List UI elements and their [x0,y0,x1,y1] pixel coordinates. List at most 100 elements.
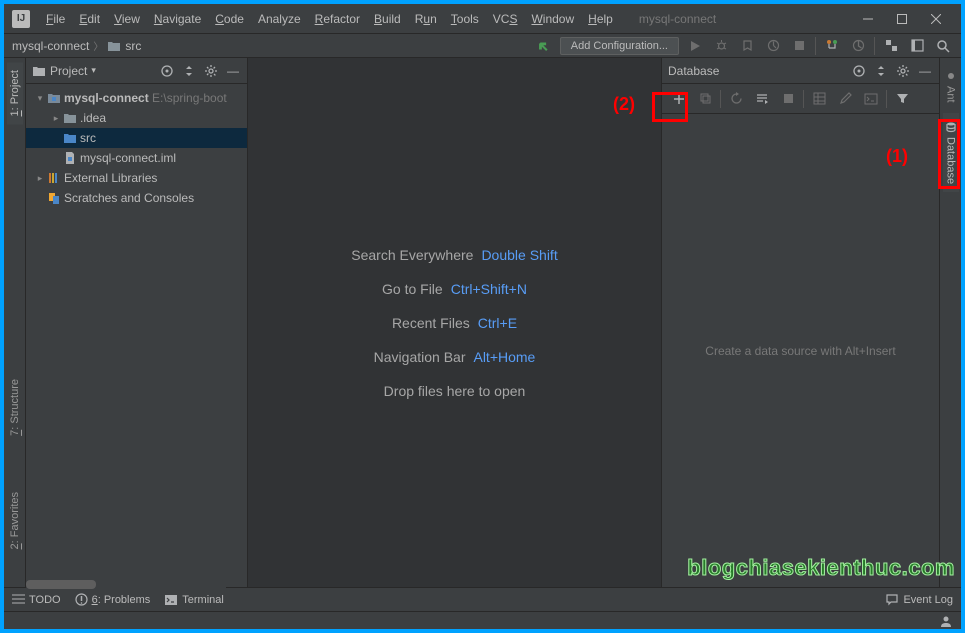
bottom-info-strip [4,611,961,629]
breadcrumb-src[interactable]: src [125,39,141,53]
hint-recent-files: Recent Files Ctrl+E [392,315,517,331]
chat-icon [885,593,899,606]
tab-structure[interactable]: 7: Structure [7,371,23,444]
status-terminal[interactable]: Terminal [164,594,224,606]
menu-navigate[interactable]: Navigate [148,8,207,30]
database-panel: Database — [661,58,939,587]
status-problems[interactable]: 6: Problems [75,593,151,606]
hint-drop-files: Drop files here to open [384,383,526,399]
hide-panel-icon[interactable]: — [225,63,241,79]
window-controls [851,4,953,34]
menu-refactor[interactable]: Refactor [309,8,366,30]
hide-panel-icon[interactable]: — [917,63,933,79]
duplicate-icon[interactable] [694,88,716,110]
project-tree[interactable]: ▾ mysql-connect E:\spring-boot ▸ .idea [26,84,247,587]
statusbar: TODO 6: Problems Terminal Event Log [4,587,961,611]
navbar: mysql-connect 〉 src Add Configuration... [4,34,961,58]
expand-arrow-icon[interactable]: ▾ [34,93,46,104]
settings-icon[interactable] [203,63,219,79]
run-icon[interactable] [685,36,705,56]
profile-icon[interactable] [763,36,783,56]
hint-goto-file: Go to File Ctrl+Shift+N [382,281,527,297]
select-opened-file-icon[interactable] [159,63,175,79]
menu-window[interactable]: Window [525,8,580,30]
menu-help[interactable]: Help [582,8,619,30]
tree-node-src[interactable]: src [26,128,247,148]
main-menu: File Edit View Navigate Code Analyze Ref… [40,8,619,30]
database-panel-header: Database — [662,58,939,84]
scrollbar-thumb[interactable] [26,580,96,589]
separator [886,90,887,108]
expand-all-icon[interactable] [181,63,197,79]
left-tool-strip: 1: Project 7: Structure 2: Favorites [4,58,26,587]
table-icon[interactable] [808,88,830,110]
tree-node-scratches[interactable]: Scratches and Consoles [26,188,247,208]
coverage-icon[interactable] [737,36,757,56]
admin-icon[interactable] [939,614,953,628]
dropdown-arrow-icon: ▾ [91,65,96,76]
minimize-button[interactable] [851,4,885,34]
terminal-icon [164,594,178,606]
menu-run[interactable]: Run [409,8,443,30]
chevron-right-icon: 〉 [93,38,103,53]
database-icon [945,121,957,133]
tab-favorites[interactable]: 2: Favorites [7,484,23,557]
titlebar: IJ File Edit View Navigate Code Analyze … [4,4,961,34]
menu-file[interactable]: File [40,8,71,30]
settings-icon[interactable] [895,63,911,79]
status-todo[interactable]: TODO [12,594,61,606]
tab-project[interactable]: 1: Project [7,62,23,124]
menu-code[interactable]: Code [209,8,250,30]
hammer-icon[interactable] [534,36,554,56]
menu-build[interactable]: Build [368,8,407,30]
tree-node-iml[interactable]: mysql-connect.iml [26,148,247,168]
expand-arrow-icon[interactable]: ▸ [34,173,46,184]
tree-node-idea[interactable]: ▸ .idea [26,108,247,128]
debug-icon[interactable] [711,36,731,56]
editor-area[interactable]: Search Everywhere Double Shift Go to Fil… [248,58,661,587]
update-icon[interactable] [848,36,868,56]
close-button[interactable] [919,4,953,34]
tree-node-external-libraries[interactable]: ▸ External Libraries [26,168,247,188]
stop-icon[interactable] [777,88,799,110]
database-toolbar [662,84,939,114]
search-icon[interactable] [933,36,953,56]
menu-analyze[interactable]: Analyze [252,8,307,30]
maximize-button[interactable] [885,4,919,34]
tree-node-root[interactable]: ▾ mysql-connect E:\spring-boot [26,88,247,108]
tab-database[interactable]: Database [943,113,959,192]
stop-icon[interactable] [789,36,809,56]
console-icon[interactable] [860,88,882,110]
layout-icon[interactable] [907,36,927,56]
horizontal-scrollbar[interactable] [26,580,226,589]
database-placeholder-text: Create a data source with Alt+Insert [705,344,895,358]
menu-tools[interactable]: Tools [445,8,485,30]
right-tool-strip: Ant Database [939,58,961,587]
menu-vcs[interactable]: VCS [487,8,524,30]
menu-edit[interactable]: Edit [73,8,106,30]
libraries-icon [46,171,62,185]
breadcrumb-project[interactable]: mysql-connect [12,39,89,53]
project-panel-title-dropdown[interactable]: Project ▾ [32,64,96,78]
refresh-icon[interactable] [725,88,747,110]
add-datasource-button[interactable] [668,88,690,110]
git-icon[interactable] [822,36,842,56]
jump-to-query-icon[interactable] [751,88,773,110]
tab-ant[interactable]: Ant [943,62,959,111]
separator [815,37,816,55]
database-body[interactable]: Create a data source with Alt+Insert [662,114,939,587]
menu-view[interactable]: View [108,8,146,30]
folder-icon [32,65,46,77]
edit-icon[interactable] [834,88,856,110]
filter-icon[interactable] [891,88,913,110]
app-logo-icon: IJ [12,10,30,28]
folder-icon [62,132,78,144]
add-configuration-button[interactable]: Add Configuration... [560,37,679,55]
status-event-log[interactable]: Event Log [885,593,953,606]
expand-all-icon[interactable] [873,63,889,79]
select-opened-icon[interactable] [851,63,867,79]
structure-icon[interactable] [881,36,901,56]
warning-icon [75,593,88,606]
breadcrumb: mysql-connect 〉 src [12,38,141,53]
expand-arrow-icon[interactable]: ▸ [50,113,62,124]
